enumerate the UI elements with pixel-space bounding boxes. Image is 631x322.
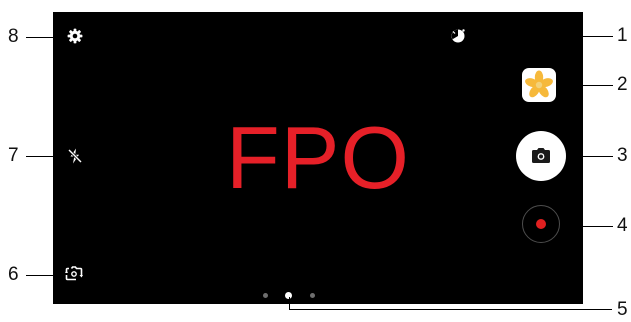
callout-line-7 — [26, 156, 62, 157]
callout-label-2: 2 — [617, 74, 628, 95]
callout-line-3 — [578, 156, 613, 157]
record-video-button[interactable] — [522, 205, 560, 243]
camera-shutter-button[interactable] — [516, 131, 566, 181]
callout-label-1: 1 — [617, 25, 628, 46]
flash-off-icon — [68, 148, 82, 164]
switch-camera-icon — [65, 266, 83, 282]
callout-label-5: 5 — [617, 299, 628, 320]
page-indicator[interactable] — [261, 292, 321, 300]
settings-button[interactable] — [67, 28, 83, 44]
gallery-thumbnail-button[interactable] — [522, 68, 556, 102]
callout-label-8: 8 — [8, 26, 19, 47]
callout-line-4 — [565, 226, 613, 227]
callout-label-4: 4 — [617, 215, 628, 236]
callout-line-6 — [26, 275, 60, 276]
callout-line-8 — [26, 37, 62, 38]
callout-line-5-vertical — [289, 297, 290, 309]
callout-label-7: 7 — [8, 145, 19, 166]
switch-camera-button[interactable] — [65, 266, 83, 282]
camera-viewfinder[interactable]: FPO — [53, 12, 583, 304]
record-icon — [536, 219, 546, 229]
gear-icon — [67, 28, 83, 44]
effects-icon — [450, 28, 466, 44]
callout-line-5 — [289, 309, 612, 310]
callout-line-2 — [565, 85, 613, 86]
effects-button[interactable] — [450, 28, 466, 44]
callout-label-3: 3 — [617, 145, 628, 166]
callout-line-1 — [475, 36, 613, 37]
viewfinder-placeholder-text: FPO — [226, 108, 410, 207]
callout-label-6: 6 — [8, 264, 19, 285]
page-dot[interactable] — [263, 293, 268, 298]
page-dot[interactable] — [310, 293, 315, 298]
flash-button[interactable] — [68, 148, 82, 164]
